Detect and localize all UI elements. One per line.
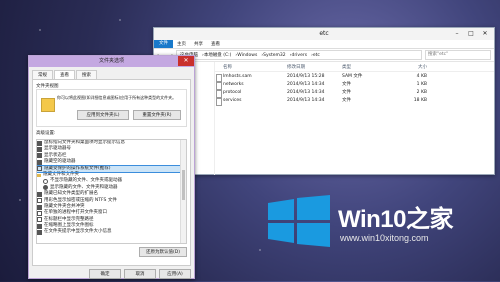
checkbox[interactable] <box>37 153 42 159</box>
breadcrumb[interactable]: 这台电脑› 本地磁盘 (C:)› Windows› System32› driv… <box>176 50 422 60</box>
file-type: 文件 <box>342 98 351 103</box>
file-row[interactable]: networks 2014/9/13 14:34 文件 1 KB <box>215 80 494 90</box>
breadcrumb-item[interactable]: etc <box>313 53 320 58</box>
checkbox[interactable] <box>37 223 42 229</box>
folder-icon <box>41 98 55 112</box>
file-icon <box>216 73 222 82</box>
file-type: SAM 文件 <box>342 74 363 79</box>
file-list: 名称 修改日期 类型 大小 lmhosts.sam 2014/9/13 15:2… <box>215 62 494 175</box>
column-date[interactable]: 修改日期 <box>287 64 342 70</box>
folder-view-description: 你可以将此视图(如详细信息或图标)应用于所有这种类型的文件夹。 <box>57 95 177 100</box>
tab-general[interactable]: 常规 <box>32 70 53 79</box>
breadcrumb-item[interactable]: 本地磁盘 (C:) <box>204 52 232 58</box>
apply-to-folders-button[interactable]: 应用到文件夹(L) <box>77 110 129 120</box>
restore-defaults-button[interactable]: 还原为默认值(D) <box>139 247 187 257</box>
file-name: lmhosts.sam <box>223 73 252 79</box>
brand-name-en: Win10 <box>338 206 406 233</box>
close-icon[interactable]: ✕ <box>178 56 194 66</box>
reset-folders-button[interactable]: 重置文件夹(R) <box>133 110 181 120</box>
windows-logo-icon <box>268 195 330 247</box>
advanced-settings-list[interactable]: 鼠标指向文件夹和桌面项时显示提示信息 显示驱动器号 显示状态栏 隐藏空的驱动器 隐藏受保… <box>36 139 187 244</box>
file-icon <box>216 89 222 98</box>
column-type[interactable]: 类型 <box>342 64 387 70</box>
scrollbar[interactable] <box>180 140 186 243</box>
file-row[interactable]: services 2014/9/13 14:34 文件 18 KB <box>215 96 494 106</box>
column-name[interactable]: 名称 <box>215 64 287 70</box>
win10-brand: Win10之家 www.win10xitong.com <box>268 183 493 259</box>
file-date: 2014/9/13 14:34 <box>287 89 325 95</box>
brand-url: www.win10xitong.com <box>340 233 429 243</box>
file-name: services <box>223 97 242 103</box>
breadcrumb-item[interactable]: drivers <box>291 53 307 58</box>
radio-button[interactable] <box>43 185 48 191</box>
checkbox[interactable] <box>37 191 42 197</box>
ribbon-file-tab[interactable]: 文件 <box>154 40 173 48</box>
checkbox[interactable] <box>37 198 42 204</box>
search-input[interactable]: 搜索"etc" <box>425 50 491 60</box>
file-size: 4 KB <box>416 73 427 79</box>
minimize-icon[interactable]: – <box>450 28 464 39</box>
file-size: 18 KB <box>413 97 427 103</box>
checkbox[interactable] <box>37 147 42 153</box>
brand-name: Win10之家 <box>338 199 453 234</box>
advanced-setting-item[interactable]: 在文件夹提示中显示文件大小信息 <box>37 229 186 236</box>
file-type: 文件 <box>342 82 351 87</box>
checkbox[interactable] <box>37 230 42 236</box>
checkbox[interactable] <box>37 140 42 146</box>
advanced-setting-label: 在文件夹提示中显示文件大小信息 <box>44 229 112 235</box>
checkbox[interactable] <box>37 210 42 216</box>
cancel-button[interactable]: 取消 <box>124 269 156 279</box>
file-row[interactable]: protocol 2014/9/13 14:34 文件 2 KB <box>215 88 494 98</box>
dialog-titlebar: 文件夹选项 ✕ <box>29 56 194 67</box>
explorer-titlebar: etc – □ ✕ <box>154 28 494 40</box>
view-tab-panel: 文件夹视图 你可以将此视图(如详细信息或图标)应用于所有这种类型的文件夹。 应用… <box>32 79 191 266</box>
file-size: 1 KB <box>416 81 427 87</box>
ok-button[interactable]: 确定 <box>89 269 121 279</box>
folder-view-box: 你可以将此视图(如详细信息或图标)应用于所有这种类型的文件夹。 应用到文件夹(L… <box>36 89 187 127</box>
checkbox[interactable] <box>37 217 42 223</box>
brand-name-zh: 之家 <box>405 206 454 233</box>
checkbox[interactable] <box>37 166 42 172</box>
explorer-title: etc <box>319 30 329 37</box>
dialog-footer: 确定 取消 应用(A) <box>29 266 194 282</box>
folder-icon <box>37 173 41 177</box>
scrollbar-thumb[interactable] <box>182 170 185 200</box>
file-type: 文件 <box>342 90 351 95</box>
column-size[interactable]: 大小 <box>387 64 427 70</box>
advanced-settings-label: 高级设置: <box>36 131 56 136</box>
ribbon-tab-home[interactable]: 主页 <box>173 41 190 47</box>
file-name: protocol <box>223 89 242 95</box>
apply-button[interactable]: 应用(A) <box>159 269 191 279</box>
radio-button[interactable] <box>43 179 48 185</box>
address-bar-row: ← → 这台电脑› 本地磁盘 (C:)› Windows› System32› … <box>154 49 494 62</box>
file-date: 2014/9/13 14:34 <box>287 81 325 87</box>
folder-options-dialog: 文件夹选项 ✕ 常规 查看 搜索 文件夹视图 你可以将此视图(如详细信息或图标)… <box>28 55 195 279</box>
tab-search[interactable]: 搜索 <box>76 70 97 79</box>
dialog-tabs: 常规 查看 搜索 <box>29 67 194 79</box>
file-list-header: 名称 修改日期 类型 大小 <box>215 62 494 72</box>
file-icon <box>216 81 222 90</box>
maximize-icon[interactable]: □ <box>464 28 478 39</box>
breadcrumb-item[interactable]: System32 <box>263 53 286 58</box>
tab-view[interactable]: 查看 <box>54 70 75 79</box>
file-icon <box>216 97 222 106</box>
ribbon-tab-share[interactable]: 共享 <box>190 41 207 47</box>
file-row[interactable]: lmhosts.sam 2014/9/13 15:28 SAM 文件 4 KB <box>215 72 494 82</box>
close-icon[interactable]: ✕ <box>478 28 492 39</box>
file-size: 2 KB <box>416 89 427 95</box>
explorer-window: etc – □ ✕ 文件 主页 共享 查看 ← → 这台电脑› 本地磁盘 (C:… <box>153 27 495 175</box>
checkbox[interactable] <box>37 159 42 165</box>
ribbon-tab-view[interactable]: 查看 <box>207 41 224 47</box>
file-date: 2014/9/13 14:34 <box>287 97 325 103</box>
file-name: networks <box>223 81 244 87</box>
breadcrumb-item[interactable]: Windows <box>237 53 257 58</box>
checkbox[interactable] <box>37 204 42 210</box>
ribbon-tabs: 文件 主页 共享 查看 <box>154 40 494 49</box>
file-date: 2014/9/13 15:28 <box>287 73 325 79</box>
dialog-title: 文件夹选项 <box>98 58 124 64</box>
